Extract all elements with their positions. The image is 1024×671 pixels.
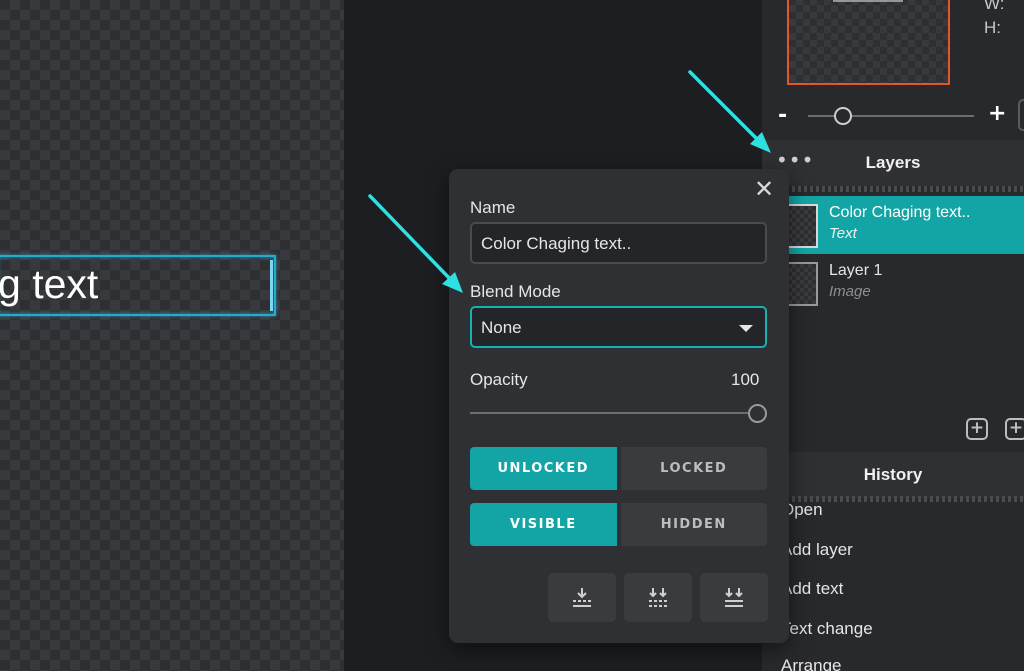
opacity-label: Opacity [470, 370, 528, 389]
history-item[interactable]: Add layer [781, 540, 853, 560]
locked-button[interactable]: LOCKED [620, 447, 767, 490]
annotation-arrow-layers-menu [688, 70, 771, 153]
layer-thumbnail [786, 204, 818, 248]
zoom-in-button[interactable]: + [988, 101, 1006, 126]
layer-thumbnail [786, 262, 818, 306]
duplicate-layer-icon[interactable]: + [1005, 418, 1024, 440]
layer-type: Image [829, 283, 871, 300]
close-icon[interactable]: ✕ [754, 175, 774, 203]
layer-item-text[interactable]: Color Chaging text.. Text [782, 196, 1024, 254]
hidden-button[interactable]: HIDDEN [620, 503, 767, 546]
layer-item-image[interactable]: Layer 1 Image [782, 254, 1024, 312]
opacity-slider-track[interactable] [470, 412, 748, 414]
merge-down-icon [573, 588, 591, 607]
history-item[interactable]: Add text [781, 579, 843, 599]
preview-text-thumb [833, 0, 903, 2]
chevron-down-icon [739, 325, 753, 332]
canvas-preview[interactable] [787, 0, 950, 85]
layers-header: ••• Layers [762, 140, 1024, 186]
width-label: W: [984, 0, 1005, 13]
height-label: H: [984, 18, 1001, 37]
merge-visible-button[interactable] [624, 573, 692, 622]
add-layer-icon[interactable]: + [966, 418, 988, 440]
merge-visible-icon [649, 588, 667, 607]
visible-button[interactable]: VISIBLE [470, 503, 617, 546]
zoom-slider-knob[interactable] [834, 107, 852, 125]
history-item[interactable]: Text change [781, 619, 873, 639]
opacity-value: 100 [731, 370, 760, 389]
layer-tools: + + [762, 406, 1024, 452]
layer-name-field[interactable]: Color Chaging text.. [470, 222, 767, 264]
layer-name-value: Color Chaging text.. [481, 234, 632, 253]
canvas-area[interactable]: g text [0, 0, 344, 671]
zoom-slider-track[interactable] [808, 115, 974, 117]
zoom-value-box[interactable] [1018, 99, 1024, 131]
merge-down-button[interactable] [548, 573, 616, 622]
layers-title: Layers [865, 153, 921, 172]
history-item[interactable]: Arrange [781, 656, 841, 671]
blend-mode-label: Blend Mode [470, 282, 561, 301]
blend-mode-select[interactable]: None [470, 306, 767, 348]
layer-type: Text [829, 225, 857, 242]
lock-toggle: UNLOCKED LOCKED [470, 447, 767, 490]
name-label: Name [470, 198, 516, 217]
flatten-icon [725, 588, 743, 607]
zoom-control: - + [762, 95, 1024, 137]
zoom-out-button[interactable]: - [778, 103, 787, 128]
unlocked-button[interactable]: UNLOCKED [470, 447, 617, 490]
layer-name: Color Chaging text.. [829, 204, 971, 221]
blend-mode-value: None [481, 318, 522, 337]
opacity-slider-knob[interactable] [748, 404, 767, 423]
layer-name: Layer 1 [829, 262, 883, 279]
layer-properties-dialog: ✕ Name Color Chaging text.. Blend Mode N… [449, 169, 789, 643]
visibility-toggle: VISIBLE HIDDEN [470, 503, 767, 546]
history-header: History [762, 452, 1024, 498]
text-resize-handle[interactable] [270, 260, 273, 311]
layers-divider [762, 186, 1024, 192]
history-title: History [863, 465, 923, 484]
flatten-button[interactable] [700, 573, 768, 622]
canvas-text: g text [0, 261, 99, 307]
selected-text-layer-box[interactable]: g text [0, 255, 276, 316]
